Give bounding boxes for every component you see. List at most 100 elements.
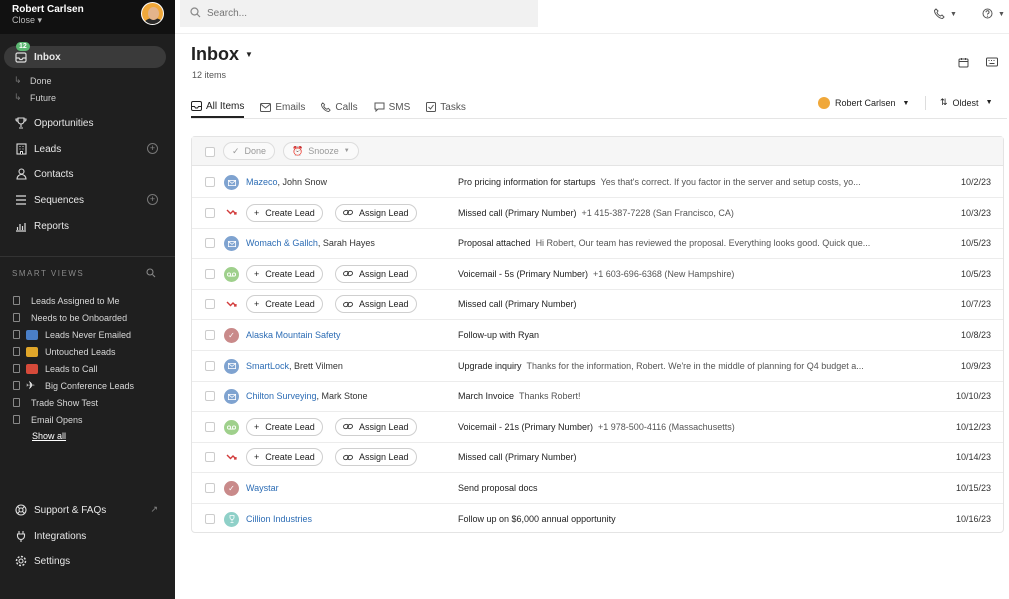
company-link[interactable]: Cillion Industries [246, 514, 312, 524]
row-checkbox[interactable] [205, 452, 215, 463]
add-sequence-icon[interactable]: + [147, 194, 158, 205]
table-row[interactable]: + Create Lead Assign Lead Voicemail - 21s (… [192, 412, 1003, 443]
sidebar-item-done[interactable]: ↳ Done [14, 75, 52, 86]
create-lead-button[interactable]: + Create Lead [246, 295, 323, 314]
smart-view-item[interactable]: Leads Assigned to Me [13, 294, 120, 307]
sidebar-item-opportunities[interactable]: Opportunities [4, 112, 166, 134]
snooze-button[interactable]: ⏰ Snooze ▼ [283, 142, 359, 160]
table-row[interactable]: Womach & Gallch, Sarah Hayes Proposal att… [192, 228, 1003, 260]
create-lead-button[interactable]: + Create Lead [246, 448, 323, 467]
table-row[interactable]: ✓ Waystar Send proposal docs 10/15/23 [192, 473, 1003, 504]
search-input[interactable] [207, 8, 507, 19]
company-link[interactable]: Alaska Mountain Safety [246, 330, 341, 340]
tab-all-items[interactable]: All Items [191, 96, 245, 118]
create-lead-button[interactable]: + Create Lead [246, 203, 323, 222]
lead-name[interactable]: Alaska Mountain Safety [246, 330, 341, 340]
sidebar-item-integrations[interactable]: Integrations [4, 525, 166, 547]
sidebar-item-support[interactable]: Support & FAQs ↗ [4, 499, 166, 521]
sidebar-item-settings[interactable]: Settings [4, 550, 166, 572]
select-all-checkbox[interactable] [205, 147, 215, 157]
company-link[interactable]: Mazeco [246, 177, 278, 187]
help-menu[interactable]: ▼ [982, 8, 1005, 21]
item-subject[interactable]: Pro pricing information for startups Yes … [458, 177, 861, 187]
calendar-icon[interactable] [958, 57, 970, 69]
company-link[interactable]: SmartLock [246, 361, 289, 371]
smart-view-item[interactable]: Leads to Call [13, 362, 98, 375]
sidebar-item-reports[interactable]: Reports [4, 215, 166, 237]
table-row[interactable]: + Create Lead Assign Lead Missed call (Prim… [192, 198, 1003, 229]
keyboard-icon[interactable] [986, 57, 998, 69]
phone-menu[interactable]: ▼ [933, 8, 957, 21]
create-lead-button[interactable]: + Create Lead [246, 417, 323, 436]
row-checkbox[interactable] [205, 268, 215, 279]
lead-name[interactable]: Mazeco, John Snow [246, 177, 327, 187]
smart-view-item[interactable]: ✈ Big Conference Leads [13, 379, 134, 392]
page-title[interactable]: Inbox ▼ [191, 44, 253, 65]
sidebar-item-sequences[interactable]: Sequences + [4, 189, 166, 211]
tab-tasks[interactable]: Tasks [426, 96, 466, 118]
assign-lead-button[interactable]: Assign Lead [335, 264, 417, 283]
row-checkbox[interactable] [205, 391, 215, 402]
table-row[interactable]: Chilton Surveying, Mark Stone March Invoi… [192, 381, 1003, 413]
user-menu[interactable]: Robert Carlsen Close ▾ [0, 0, 175, 34]
lead-name[interactable]: Waystar [246, 483, 279, 493]
tab-sms[interactable]: SMS [374, 96, 410, 118]
table-row[interactable]: Mazeco, John Snow Pro pricing information… [192, 167, 1003, 198]
row-checkbox[interactable] [205, 238, 215, 249]
assign-lead-button[interactable]: Assign Lead [335, 203, 417, 222]
assign-lead-button[interactable]: Assign Lead [335, 295, 417, 314]
done-button[interactable]: ✓ Done [223, 142, 276, 160]
item-subject[interactable]: Follow-up with Ryan [458, 330, 544, 340]
smart-view-item[interactable]: Trade Show Test [13, 396, 98, 409]
item-subject[interactable]: Missed call (Primary Number) +1 415-387-7… [458, 208, 734, 218]
smart-view-item[interactable]: Needs to be Onboarded [13, 311, 127, 324]
assign-lead-button[interactable]: Assign Lead [335, 417, 417, 436]
table-row[interactable]: SmartLock, Brett Vilmen Upgrade inquiry Th… [192, 351, 1003, 382]
row-checkbox[interactable] [205, 483, 215, 493]
item-subject[interactable]: Missed call (Primary Number) [458, 452, 582, 462]
item-subject[interactable]: Missed call (Primary Number) [458, 299, 582, 309]
item-subject[interactable]: Voicemail - 5s (Primary Number) +1 603-69… [458, 269, 734, 279]
avatar[interactable] [141, 2, 164, 25]
table-row[interactable]: + Create Lead Assign Lead Voicemail - 5s (P… [192, 259, 1003, 290]
search-box[interactable] [180, 0, 538, 27]
table-row[interactable]: ✓ Alaska Mountain Safety Follow-up with Ry… [192, 320, 1003, 351]
owner-filter[interactable]: Robert Carlsen ▼ [818, 97, 909, 109]
add-lead-icon[interactable]: + [147, 143, 158, 154]
smart-view-item[interactable]: Email Opens [13, 413, 83, 426]
row-checkbox[interactable] [205, 360, 215, 371]
row-checkbox[interactable] [205, 207, 215, 218]
lead-name[interactable]: Chilton Surveying, Mark Stone [246, 391, 368, 401]
search-icon[interactable] [146, 268, 156, 278]
row-checkbox[interactable] [205, 421, 215, 432]
item-subject[interactable]: Proposal attached Hi Robert, Our team has… [458, 238, 870, 248]
create-lead-button[interactable]: + Create Lead [246, 264, 323, 283]
show-all-link[interactable]: Show all [32, 431, 66, 441]
table-row[interactable]: + Create Lead Assign Lead Missed call (Prim… [192, 442, 1003, 474]
row-checkbox[interactable] [205, 513, 215, 524]
item-subject[interactable]: March Invoice Thanks Robert! [458, 391, 581, 401]
tab-calls[interactable]: Calls [321, 96, 358, 118]
table-row[interactable]: + Create Lead Assign Lead Missed call (Prim… [192, 289, 1003, 321]
lead-name[interactable]: Womach & Gallch, Sarah Hayes [246, 238, 375, 248]
table-row[interactable]: Cillion Industries Follow up on $6,000 an… [192, 504, 1003, 535]
item-subject[interactable]: Voicemail - 21s (Primary Number) +1 978-5… [458, 422, 735, 432]
row-checkbox[interactable] [205, 299, 215, 310]
lead-name[interactable]: SmartLock, Brett Vilmen [246, 361, 343, 371]
sidebar-item-leads[interactable]: Leads + [4, 138, 166, 160]
company-link[interactable]: Womach & Gallch [246, 238, 318, 248]
company-link[interactable]: Chilton Surveying [246, 391, 317, 401]
sidebar-item-future[interactable]: ↳ Future [14, 92, 56, 103]
assign-lead-button[interactable]: Assign Lead [335, 448, 417, 467]
smart-view-item[interactable]: Untouched Leads [13, 345, 116, 358]
item-subject[interactable]: Send proposal docs [458, 483, 543, 493]
company-link[interactable]: Waystar [246, 483, 279, 493]
sort-menu[interactable]: ⇅ Oldest ▼ [940, 97, 993, 108]
row-checkbox[interactable] [205, 177, 215, 187]
sidebar-item-inbox[interactable]: 12 Inbox [4, 42, 166, 68]
org-switcher[interactable]: Close ▾ [12, 15, 42, 26]
smart-view-item[interactable]: Leads Never Emailed [13, 328, 131, 341]
row-checkbox[interactable] [205, 330, 215, 340]
item-subject[interactable]: Upgrade inquiry Thanks for the informatio… [458, 361, 864, 371]
item-subject[interactable]: Follow up on $6,000 annual opportunity [458, 514, 621, 524]
